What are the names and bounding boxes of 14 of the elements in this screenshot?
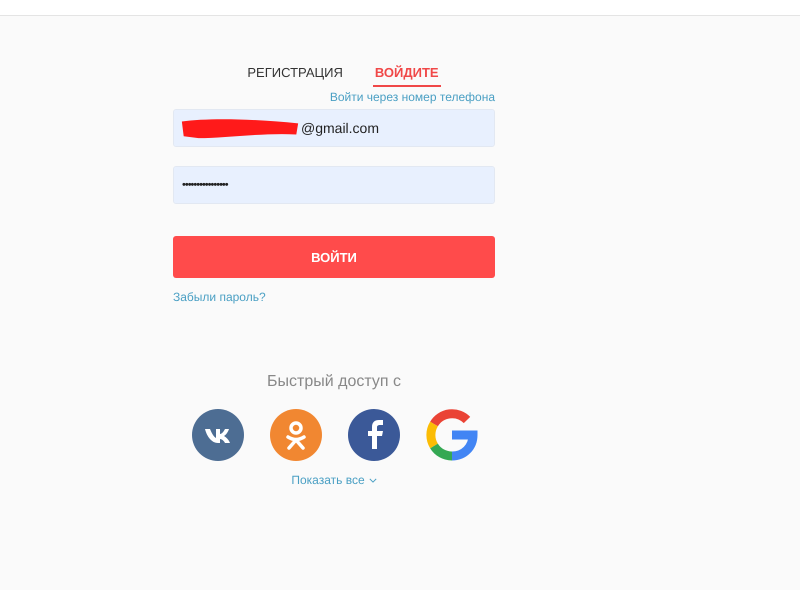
google-logo-icon[interactable]: [426, 409, 478, 461]
forgot-password-link[interactable]: Забыли пароль?: [173, 290, 266, 304]
tab[interactable]: РЕГИСТРАЦИЯ: [245, 63, 345, 87]
ok-logo-icon[interactable]: [270, 409, 322, 461]
email-field[interactable]: @gmail.com: [173, 109, 495, 147]
vk-logo-icon[interactable]: [192, 409, 244, 461]
show-all-link[interactable]: Показать все: [291, 473, 377, 487]
login-button[interactable]: ВОЙТИ: [173, 236, 495, 278]
quick-access-title: Быстрый доступ с: [266, 373, 402, 391]
facebook-logo-icon[interactable]: [348, 409, 400, 461]
chevron-down-icon: [368, 478, 377, 482]
password-field[interactable]: ••••••••••••••••: [173, 166, 495, 204]
phone-login-link[interactable]: Войти через номер телефона: [330, 90, 495, 104]
tab[interactable]: ВОЙДИТЕ: [372, 63, 441, 87]
